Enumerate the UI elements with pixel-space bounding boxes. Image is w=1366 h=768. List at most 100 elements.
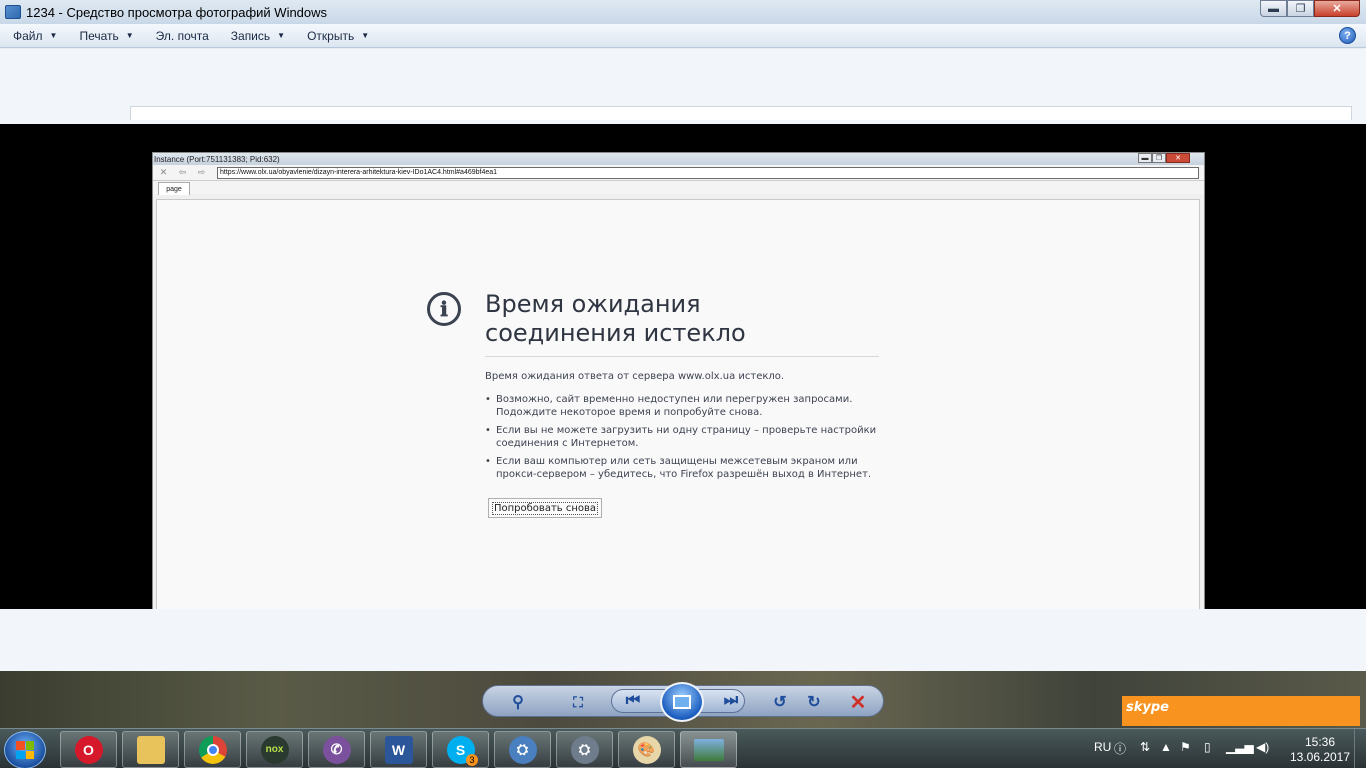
show-desktop-button[interactable]	[1354, 729, 1366, 768]
help-icon[interactable]: ⓘ	[1114, 740, 1126, 757]
url-field: https://www.olx.ua/obyavlenie/dizayn-int…	[217, 166, 1199, 179]
inner-minimize-icon: ▬	[1138, 153, 1152, 163]
taskbar-nox[interactable]: nox	[246, 731, 303, 768]
menu-bar: Файл ▼ Печать ▼ Эл. почта Запись ▼ Откры…	[0, 24, 1366, 48]
viber-icon: ✆	[322, 735, 351, 764]
taskbar-photo-viewer[interactable]	[680, 731, 737, 768]
error-suggestions: Возможно, сайт временно недоступен или п…	[485, 393, 895, 486]
start-button[interactable]	[4, 731, 46, 768]
info-icon: ℹ	[427, 292, 461, 326]
volume-icon[interactable]: ◀)	[1256, 740, 1269, 754]
chrome-icon	[198, 735, 227, 764]
menu-file[interactable]: Файл ▼	[0, 25, 66, 47]
delete-icon[interactable]: ✕	[847, 692, 869, 714]
help-icon[interactable]: ?	[1339, 27, 1356, 44]
taskbar-skype[interactable]: S 3	[432, 731, 489, 768]
skype-badge: 3	[466, 754, 478, 766]
list-item: Если ваш компьютер или сеть защищены меж…	[485, 455, 895, 481]
photo-viewer-icon	[5, 5, 21, 19]
maximize-button[interactable]: ❐	[1287, 0, 1314, 17]
clock-date: 13.06.2017	[1289, 750, 1351, 764]
retry-button-label: Попробовать снова	[492, 501, 599, 515]
title-bar: 1234 - Средство просмотра фотографий Win…	[0, 0, 1366, 24]
chevron-down-icon: ▼	[125, 31, 134, 40]
error-title: Время ожидания соединения истекло	[485, 290, 885, 348]
zoom-icon[interactable]: ⚲	[507, 692, 529, 712]
inner-window-controls: ▬ ❐ ✕	[1138, 153, 1190, 163]
menu-email[interactable]: Эл. почта	[143, 25, 218, 47]
taskbar: O nox ✆ W S 3 ⛭ ⛭ 🎨 RU ⓘ ⇅ ▲ ⚑ ▯ ▁▃▅ ◀) …	[0, 728, 1366, 768]
taskbar-paint[interactable]: 🎨	[618, 731, 675, 768]
menu-print-label: Печать	[79, 28, 119, 43]
inner-close-icon: ✕	[1166, 153, 1190, 163]
show-hidden-icons[interactable]: ▲	[1160, 740, 1172, 754]
retry-button: Попробовать снова	[488, 498, 603, 518]
list-item: Возможно, сайт временно недоступен или п…	[485, 393, 895, 419]
photo-display: Instance (Port:751131383; Pid:632) ▬ ❐ ✕…	[0, 124, 1366, 609]
menu-burn[interactable]: Запись ▼	[218, 25, 294, 47]
menu-print[interactable]: Печать ▼	[66, 25, 142, 47]
error-description: Время ожидания ответа от сервера www.olx…	[485, 371, 785, 382]
rotate-right-icon[interactable]: ↻	[803, 692, 825, 712]
viewer-control-bar: ⚲ ⛶ ⏮ ⏭ ↺ ↻ ✕	[482, 682, 884, 722]
paint-palette-icon: 🎨	[632, 735, 661, 764]
chevron-down-icon: ▼	[277, 31, 286, 40]
taskbar-network-app-1[interactable]: ⛭	[494, 731, 551, 768]
taskbar-explorer[interactable]	[122, 731, 179, 768]
menu-email-label: Эл. почта	[155, 28, 209, 43]
chevron-down-icon: ▼	[49, 31, 58, 40]
clock[interactable]: 15:36 13.06.2017	[1280, 735, 1360, 765]
menu-open[interactable]: Открыть ▼	[294, 25, 378, 47]
inner-tab-strip: page	[153, 181, 1204, 195]
close-button[interactable]: ✕	[1314, 0, 1360, 17]
folder-icon	[136, 735, 165, 764]
photo-background-bottom	[0, 609, 1366, 671]
window-title: 1234 - Средство просмотра фотографий Win…	[26, 4, 328, 20]
skype-logo: skype	[1126, 700, 1169, 715]
inner-window-title: Instance (Port:751131383; Pid:632)	[154, 154, 280, 164]
taskbar-network-app-2[interactable]: ⛭	[556, 731, 613, 768]
network-icon: ⛭	[570, 735, 599, 764]
photo-edge-strip	[130, 106, 1352, 120]
taskbar-viber[interactable]: ✆	[308, 731, 365, 768]
menu-file-label: Файл	[13, 28, 43, 43]
word-icon: W	[384, 735, 413, 764]
next-icon[interactable]: ⏭	[720, 691, 742, 711]
language-indicator[interactable]: RU	[1094, 740, 1111, 754]
taskbar-chrome[interactable]	[184, 731, 241, 768]
viewer-toolbar-area: ⚲ ⛶ ⏮ ⏭ ↺ ↻ ✕ skype	[0, 671, 1366, 728]
nox-icon: nox	[260, 735, 289, 764]
windows-logo-icon	[16, 741, 34, 759]
network-icon: ⛭	[508, 735, 537, 764]
inner-nav-bar: ✕ ⇦ ⇨ https://www.olx.ua/obyavlenie/diza…	[153, 165, 1204, 181]
clock-time: 15:36	[1304, 735, 1336, 749]
actual-size-icon[interactable]: ⛶	[567, 692, 589, 712]
list-item: Если вы не можете загрузить ни одну стра…	[485, 424, 895, 450]
error-page: ℹ Время ожидания соединения истекло Врем…	[156, 199, 1200, 609]
error-title-line-1: Время ожидания	[485, 290, 701, 318]
taskbar-opera[interactable]: O	[60, 731, 117, 768]
minimize-button[interactable]: ▬	[1260, 0, 1287, 17]
window-controls: ▬ ❐ ✕	[1260, 0, 1360, 17]
inner-browser-window: Instance (Port:751131383; Pid:632) ▬ ❐ ✕…	[152, 152, 1205, 609]
network-status-icon[interactable]: ⇅	[1140, 740, 1150, 754]
divider	[485, 356, 879, 357]
forward-icon: ⇨	[197, 167, 206, 177]
skype-notification[interactable]: skype	[1122, 696, 1360, 726]
inner-title-bar: Instance (Port:751131383; Pid:632) ▬ ❐ ✕	[153, 153, 1204, 165]
inner-maximize-icon: ❐	[1152, 153, 1166, 163]
rotate-left-icon[interactable]: ↺	[769, 692, 791, 712]
taskbar-word[interactable]: W	[370, 731, 427, 768]
menu-open-label: Открыть	[307, 28, 355, 43]
tab-page: page	[158, 182, 190, 195]
opera-icon: O	[74, 735, 103, 764]
signal-icon[interactable]: ▁▃▅	[1226, 740, 1254, 754]
stop-icon: ✕	[159, 167, 168, 177]
action-center-icon[interactable]: ⚑	[1180, 740, 1191, 754]
previous-icon[interactable]: ⏮	[622, 691, 644, 711]
photo-viewer-icon	[693, 738, 724, 761]
menu-burn-label: Запись	[230, 28, 271, 43]
battery-icon[interactable]: ▯	[1204, 740, 1211, 754]
slideshow-button[interactable]	[660, 682, 704, 722]
error-title-line-2: соединения истекло	[485, 319, 746, 347]
